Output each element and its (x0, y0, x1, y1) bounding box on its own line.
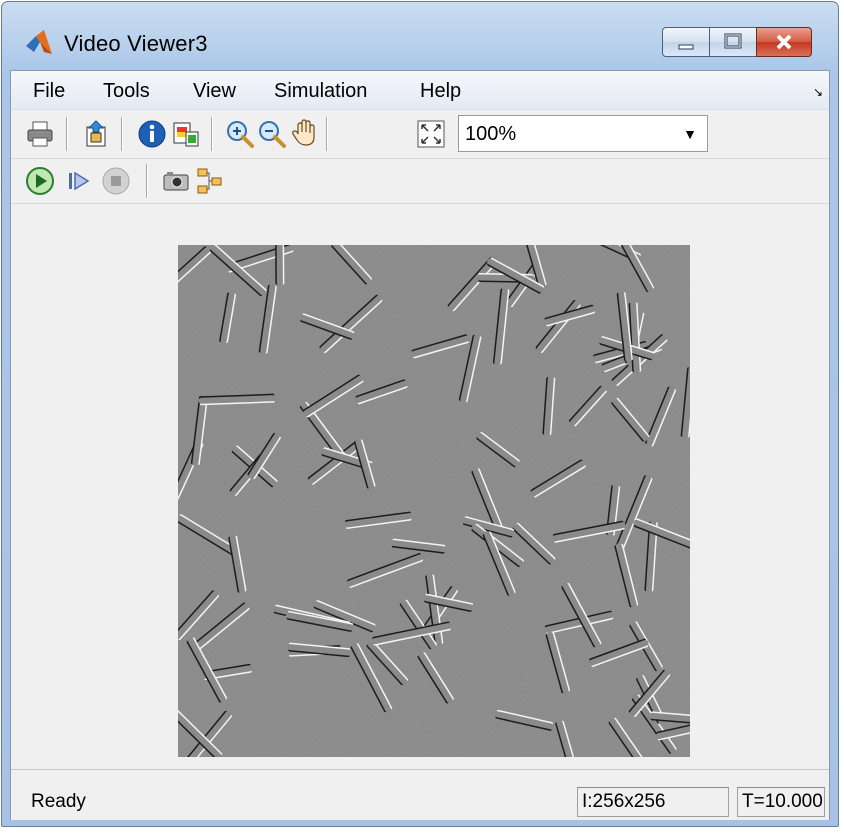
minimize-button[interactable] (662, 27, 710, 57)
snapshot-camera-icon[interactable] (161, 166, 191, 196)
client-area: File Tools View Simulation Help ↘ 100% ▼… (10, 70, 830, 820)
zoom-level-dropdown[interactable]: 100% ▼ (458, 115, 708, 152)
menu-file[interactable]: File (33, 80, 65, 103)
image-size-readout: I:256x256 (577, 787, 729, 817)
play-icon[interactable] (25, 166, 55, 196)
close-icon (776, 34, 792, 50)
highlight-signal-icon[interactable] (195, 166, 225, 196)
maximize-icon (724, 33, 742, 49)
menu-help[interactable]: Help (420, 80, 461, 103)
toolbar-separator (121, 117, 123, 151)
window-title: Video Viewer3 (64, 31, 208, 56)
colormap-icon[interactable] (171, 119, 201, 149)
menu-tools[interactable]: Tools (103, 80, 150, 103)
menu-simulation[interactable]: Simulation (274, 80, 367, 103)
step-forward-icon[interactable] (63, 166, 93, 196)
maximize-button[interactable] (709, 27, 757, 57)
zoom-out-icon[interactable] (257, 119, 287, 149)
video-frame[interactable] (178, 245, 690, 757)
title-bar[interactable]: Video Viewer3 (2, 2, 838, 68)
export-icon[interactable] (81, 119, 111, 149)
toolbar-simulation (11, 159, 829, 204)
dropdown-arrow-icon[interactable]: ▼ (683, 126, 697, 142)
fit-to-window-icon[interactable] (416, 119, 446, 149)
toolbar-separator (146, 164, 148, 198)
pan-hand-icon[interactable] (289, 118, 319, 148)
print-icon[interactable] (25, 119, 55, 149)
toolbar-separator (211, 117, 213, 151)
minimize-icon (678, 44, 694, 50)
status-bar: Ready I:256x256 T=10.000 (11, 769, 829, 820)
video-viewer-window: Video Viewer3 File Tools View Simulation… (1, 1, 839, 827)
zoom-level-value: 100% (465, 123, 517, 145)
simulation-time-readout: T=10.000 (737, 787, 825, 817)
zoom-in-icon[interactable] (225, 119, 255, 149)
dock-arrow-icon[interactable]: ↘ (813, 85, 823, 99)
matlab-logo-icon (26, 30, 52, 54)
menu-bar: File Tools View Simulation Help ↘ (11, 71, 829, 110)
video-display-area (11, 204, 829, 769)
close-button[interactable] (756, 27, 812, 57)
stop-icon[interactable] (101, 166, 131, 196)
toolbar-separator (66, 117, 68, 151)
menu-view[interactable]: View (193, 80, 236, 103)
status-message: Ready (31, 791, 86, 812)
info-icon[interactable] (137, 119, 167, 149)
video-frame-image (178, 245, 690, 757)
toolbar-main: 100% ▼ (11, 110, 829, 159)
toolbar-separator (326, 117, 328, 151)
